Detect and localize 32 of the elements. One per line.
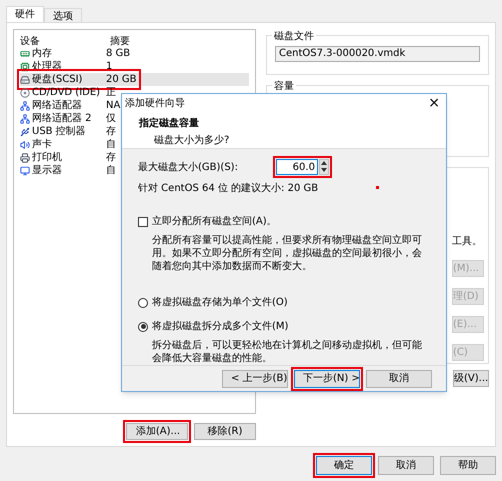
wizard-subheading: 磁盘大小为多少? bbox=[153, 134, 230, 148]
option-description: 拆分磁盘后，可以更轻松地在计算机之间移动虚拟机，但可能会降低大容量磁盘的性能。 bbox=[151, 339, 423, 365]
device-summary: 存 bbox=[106, 127, 116, 136]
device-summary: NA bbox=[106, 101, 120, 110]
utilities-text: 工具。 bbox=[452, 235, 483, 249]
device-summary: 20 GB bbox=[106, 75, 137, 84]
column-header: 摘要 bbox=[110, 34, 130, 47]
device-name: 声卡 bbox=[32, 138, 53, 152]
device-summary: 自 bbox=[106, 140, 116, 149]
device-summary: 8 GB bbox=[106, 49, 130, 58]
device-name: 打印机 bbox=[32, 150, 63, 165]
column-header: 设备 bbox=[20, 35, 41, 47]
device-name: 网络适配器 bbox=[32, 98, 83, 112]
wizard-heading: 指定磁盘容量 bbox=[138, 116, 200, 131]
device-name: CD/DVD (IDE) bbox=[32, 86, 102, 100]
device-name: 网络适配器 2 bbox=[32, 112, 93, 126]
field-label: 最大磁盘大小(GB)(S): bbox=[138, 160, 238, 174]
device-summary: 1 bbox=[106, 62, 112, 71]
radio-label: 将虚拟磁盘拆分成多个文件(M) bbox=[152, 320, 288, 334]
device-summary: 仅 bbox=[106, 114, 116, 123]
device-name: 显示器 bbox=[32, 164, 63, 178]
radio-label: 将虚拟磁盘存储为单个文件(O) bbox=[152, 296, 288, 310]
device-summary: 自 bbox=[106, 166, 116, 175]
recommendation-text: 针对 CentOS 64 位 的建议大小: 20 GB bbox=[138, 182, 318, 196]
dialog-title: 添加硬件向导 bbox=[125, 96, 185, 110]
device-name: USB 控制器 bbox=[32, 124, 87, 138]
checkbox-label: 立即分配所有磁盘空间(A)。 bbox=[152, 214, 277, 229]
device-name: 硬盘(SCSI) bbox=[32, 73, 84, 87]
device-name: 内存 bbox=[32, 46, 53, 60]
allocate-description: 分配所有容量可以提高性能，但要求所有物理磁盘空间立即可用。如果不立即分配所有空间，虚拟磁盘的空间最初很小，会随着您向其中添加数据而不断变大。 bbox=[151, 234, 423, 273]
device-summary: 存 bbox=[106, 153, 116, 162]
device-summary: 正 bbox=[106, 88, 116, 97]
